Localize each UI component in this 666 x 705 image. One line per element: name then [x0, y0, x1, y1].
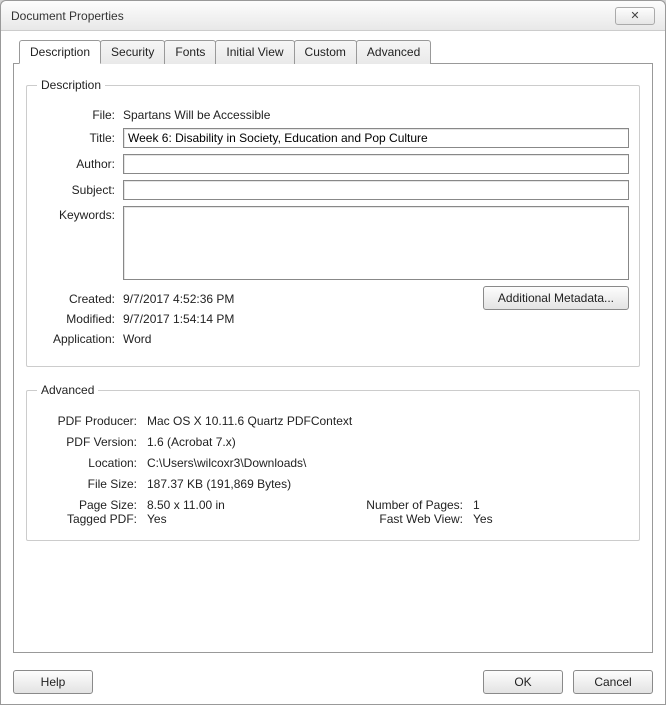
tab-custom[interactable]: Custom [294, 40, 357, 64]
label-author: Author: [37, 157, 123, 171]
label-keywords: Keywords: [37, 206, 123, 222]
row-created: Created: 9/7/2017 4:52:36 PM [37, 292, 483, 306]
pair-tagged-pdf: Tagged PDF: Yes [37, 512, 333, 526]
value-pdf-producer: Mac OS X 10.11.6 Quartz PDFContext [147, 414, 352, 428]
label-created: Created: [37, 292, 123, 306]
value-file-size: 187.37 KB (191,869 Bytes) [147, 477, 291, 491]
value-file: Spartans Will be Accessible [123, 108, 270, 122]
row-page-size-pages: Page Size: 8.50 x 11.00 in Number of Pag… [37, 498, 629, 512]
pair-number-pages: Number of Pages: 1 [333, 498, 629, 512]
tab-description[interactable]: Description [19, 40, 101, 64]
keywords-field[interactable] [123, 206, 629, 280]
value-fast-web-view: Yes [473, 512, 493, 526]
row-title: Title: [37, 128, 629, 148]
label-location: Location: [37, 456, 147, 470]
value-page-size: 8.50 x 11.00 in [147, 498, 225, 512]
meta-block: Created: 9/7/2017 4:52:36 PM Modified: 9… [37, 286, 629, 352]
label-application: Application: [37, 332, 123, 346]
value-location: C:\Users\wilcoxr3\Downloads\ [147, 456, 306, 470]
pair-page-size: Page Size: 8.50 x 11.00 in [37, 498, 333, 512]
meta-left: Created: 9/7/2017 4:52:36 PM Modified: 9… [37, 286, 483, 352]
label-pdf-version: PDF Version: [37, 435, 147, 449]
tab-fonts[interactable]: Fonts [164, 40, 216, 64]
label-file: File: [37, 108, 123, 122]
row-file: File: Spartans Will be Accessible [37, 108, 629, 122]
label-modified: Modified: [37, 312, 123, 326]
row-subject: Subject: [37, 180, 629, 200]
advanced-group: Advanced PDF Producer: Mac OS X 10.11.6 … [26, 383, 640, 541]
value-application: Word [123, 332, 151, 346]
row-file-size: File Size: 187.37 KB (191,869 Bytes) [37, 477, 629, 491]
tab-security[interactable]: Security [100, 40, 165, 64]
tab-initial-view[interactable]: Initial View [215, 40, 294, 64]
label-number-pages: Number of Pages: [333, 498, 473, 512]
dialog-footer: Help OK Cancel [13, 670, 653, 694]
close-button[interactable]: ✕ [615, 7, 655, 25]
label-title: Title: [37, 131, 123, 145]
row-tagged-fastweb: Tagged PDF: Yes Fast Web View: Yes [37, 512, 629, 526]
row-modified: Modified: 9/7/2017 1:54:14 PM [37, 312, 483, 326]
description-legend: Description [37, 78, 105, 92]
title-field[interactable] [123, 128, 629, 148]
additional-metadata-button[interactable]: Additional Metadata... [483, 286, 629, 310]
window-title: Document Properties [11, 9, 615, 23]
row-pdf-version: PDF Version: 1.6 (Acrobat 7.x) [37, 435, 629, 449]
titlebar: Document Properties ✕ [1, 1, 665, 31]
value-pdf-version: 1.6 (Acrobat 7.x) [147, 435, 236, 449]
help-button[interactable]: Help [13, 670, 93, 694]
author-field[interactable] [123, 154, 629, 174]
value-modified: 9/7/2017 1:54:14 PM [123, 312, 234, 326]
close-icon: ✕ [630, 9, 639, 22]
value-tagged-pdf: Yes [147, 512, 167, 526]
tab-advanced[interactable]: Advanced [356, 40, 431, 64]
label-subject: Subject: [37, 183, 123, 197]
label-page-size: Page Size: [37, 498, 147, 512]
row-location: Location: C:\Users\wilcoxr3\Downloads\ [37, 456, 629, 470]
label-file-size: File Size: [37, 477, 147, 491]
subject-field[interactable] [123, 180, 629, 200]
row-application: Application: Word [37, 332, 483, 346]
value-created: 9/7/2017 4:52:36 PM [123, 292, 234, 306]
pair-fast-web-view: Fast Web View: Yes [333, 512, 629, 526]
client-area: Description Security Fonts Initial View … [1, 31, 665, 704]
label-pdf-producer: PDF Producer: [37, 414, 147, 428]
document-properties-window: Document Properties ✕ Description Securi… [0, 0, 666, 705]
tab-panel-description: Description File: Spartans Will be Acces… [13, 63, 653, 653]
value-number-pages: 1 [473, 498, 480, 512]
ok-button[interactable]: OK [483, 670, 563, 694]
label-fast-web-view: Fast Web View: [333, 512, 473, 526]
description-group: Description File: Spartans Will be Acces… [26, 78, 640, 367]
cancel-button[interactable]: Cancel [573, 670, 653, 694]
tabstrip: Description Security Fonts Initial View … [19, 39, 653, 63]
row-author: Author: [37, 154, 629, 174]
advanced-legend: Advanced [37, 383, 98, 397]
row-pdf-producer: PDF Producer: Mac OS X 10.11.6 Quartz PD… [37, 414, 629, 428]
label-tagged-pdf: Tagged PDF: [37, 512, 147, 526]
row-keywords: Keywords: [37, 206, 629, 280]
